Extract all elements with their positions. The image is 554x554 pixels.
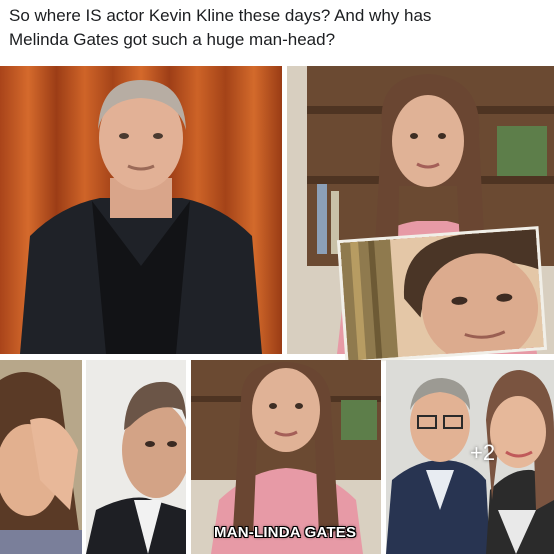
meme-overlay-caption: MAN-LINDA GATES [214,524,357,541]
photo-woman-hand-face-image [0,360,82,554]
photo-kevin-kline-suit[interactable] [86,360,186,554]
photo-kevin-kline-curtain-image [0,66,282,354]
caption-line-1: So where IS actor Kevin Kline these days… [9,6,432,25]
photo-inset-closeup[interactable] [340,229,544,361]
more-photos-count[interactable]: +2 [470,440,495,466]
caption-line-2: Melinda Gates got such a huge man-head? [9,30,336,49]
photo-kevin-kline-curtain[interactable] [0,66,282,354]
post-caption: So where IS actor Kevin Kline these days… [9,4,549,52]
photo-woman-hand-face[interactable] [0,360,82,554]
photo-inset-closeup-image [340,229,544,361]
photo-kevin-kline-suit-image [86,360,186,554]
